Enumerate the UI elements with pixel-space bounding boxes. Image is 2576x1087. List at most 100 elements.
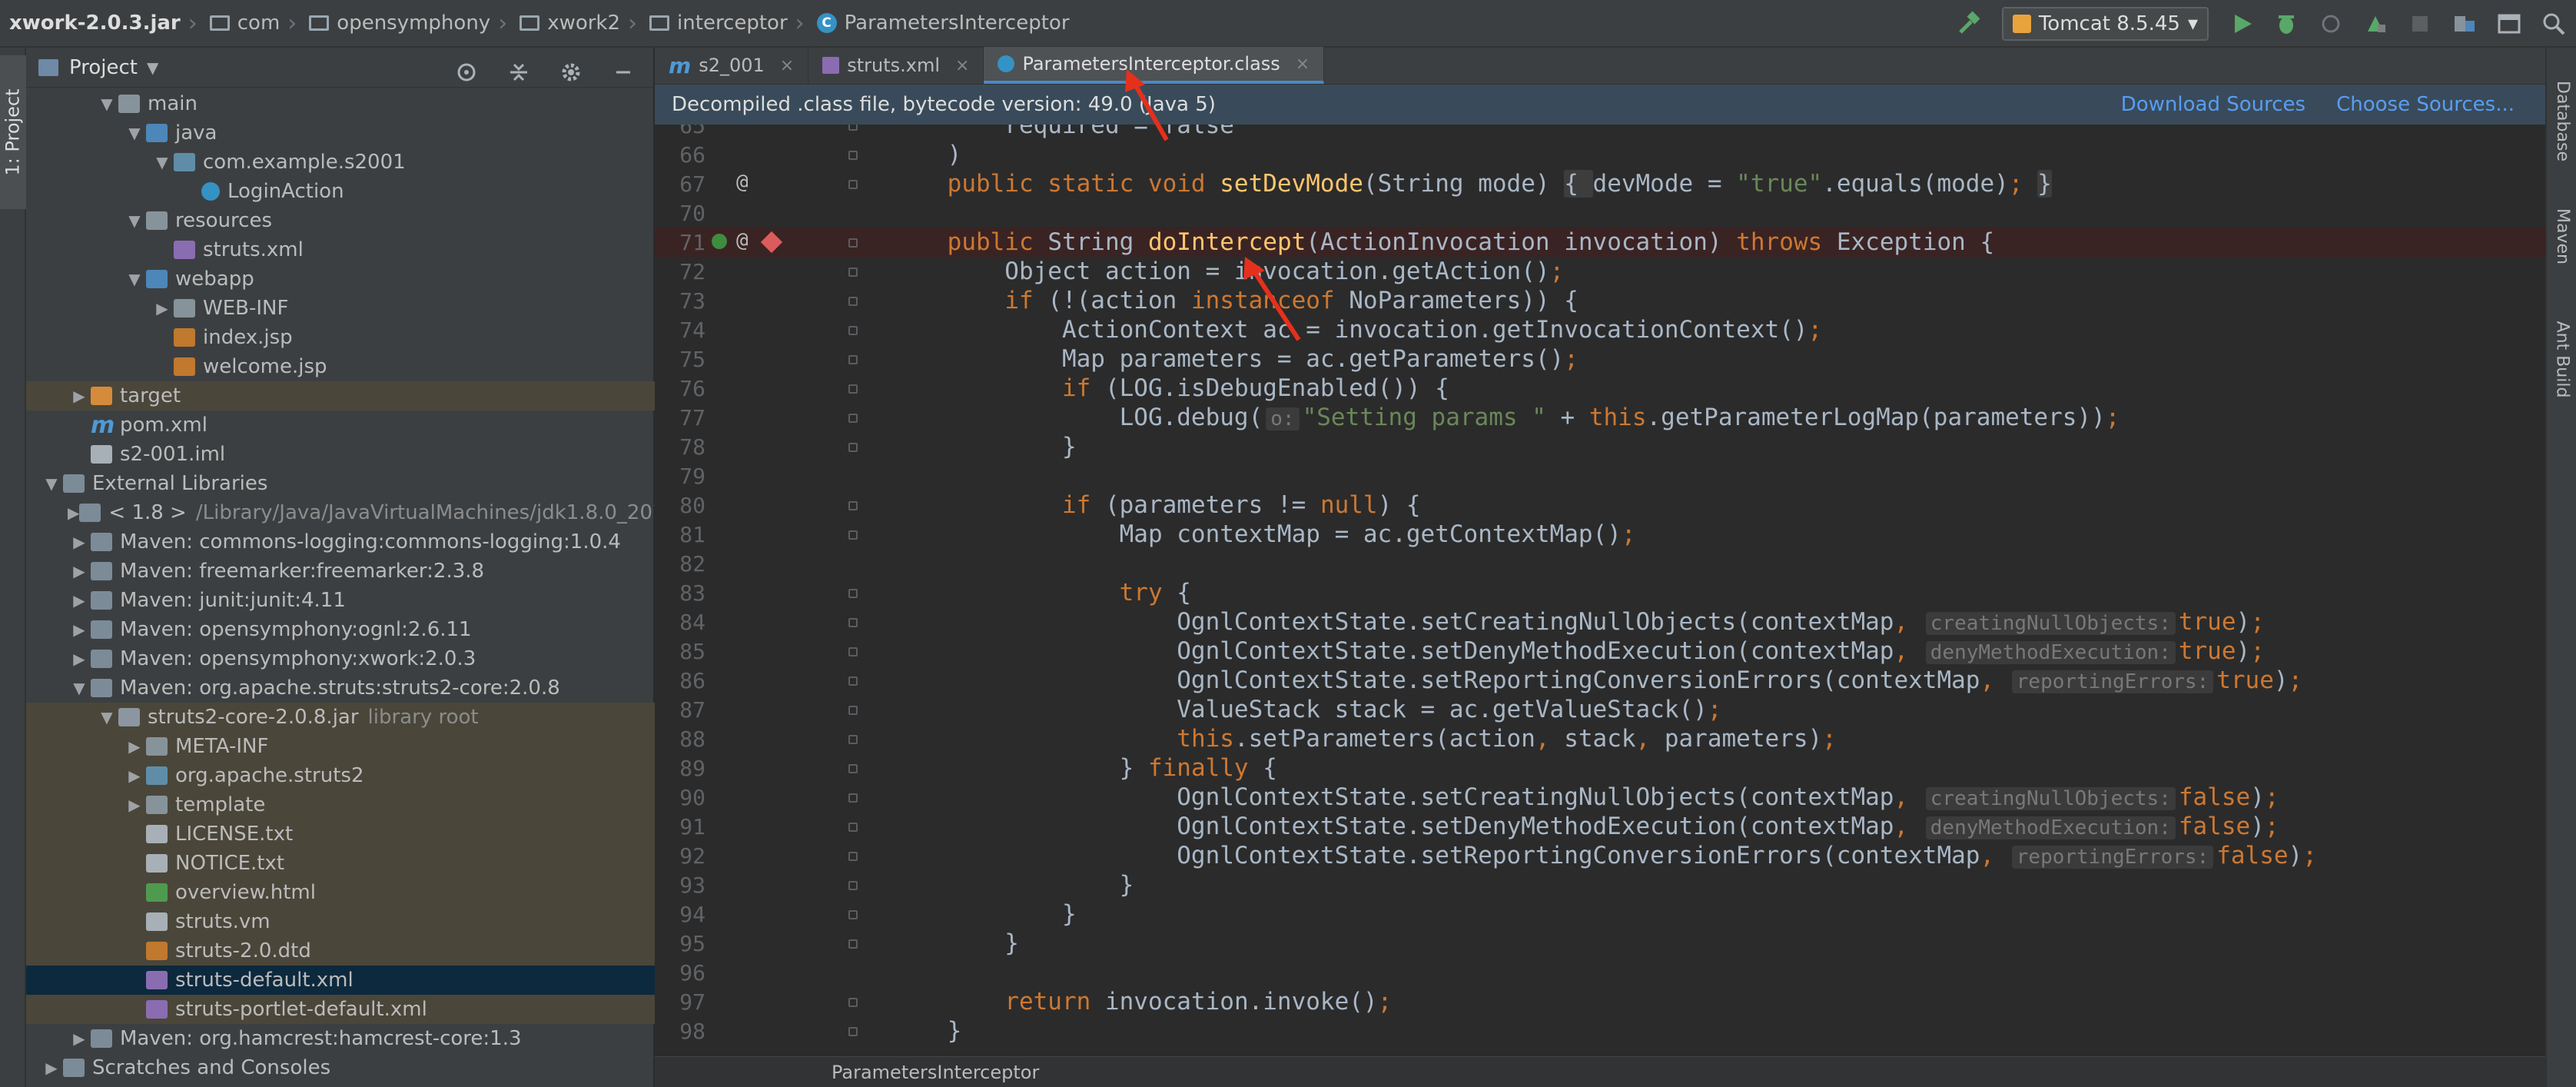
line-number[interactable]: 92 [655,843,705,869]
line-number[interactable]: 88 [655,726,705,752]
tree-node[interactable]: ▼ main [26,89,655,118]
line-number[interactable]: 91 [655,814,705,839]
chevron-right-icon[interactable]: ▶ [68,650,91,668]
breadcrumb-item[interactable]: › xwork2 [490,0,620,47]
breakpoint-icon[interactable] [760,231,783,254]
run-with-coverage-icon[interactable] [2311,4,2351,44]
chevron-down-icon[interactable]: ▼ [147,58,158,77]
gutter[interactable] [718,578,858,607]
tree-node[interactable]: ▶ target [26,381,655,411]
gutter[interactable] [718,198,795,228]
chevron-right-icon[interactable]: ▶ [68,387,91,405]
fold-marker-icon[interactable] [848,881,858,890]
line-number[interactable]: 90 [655,785,705,810]
close-icon[interactable]: × [1296,55,1310,74]
fold-marker-icon[interactable] [848,355,858,364]
chevron-down-icon[interactable]: ▼ [151,153,174,171]
chevron-right-icon[interactable]: ▶ [151,299,174,317]
right-tool-tab[interactable]: Maven [2547,186,2576,286]
line-number[interactable]: 85 [655,639,705,664]
chevron-down-icon[interactable]: ▼ [95,708,118,726]
chevron-right-icon[interactable]: ▶ [123,796,146,814]
chevron-right-icon[interactable]: ▶ [68,504,79,522]
right-tool-tab[interactable]: Database [2547,63,2576,178]
breadcrumb-item[interactable]: › com [181,0,281,47]
debug-bug-icon[interactable] [2266,4,2306,44]
overrides-icon[interactable] [712,234,727,249]
line-number[interactable]: 65 [655,125,705,138]
tree-node[interactable]: ▼ com.example.s2001 [26,148,655,177]
tree-node[interactable]: NOTICE.txt [26,849,655,878]
fold-marker-icon[interactable] [848,852,858,861]
profile-icon[interactable] [2355,4,2395,44]
line-number[interactable]: 70 [655,201,705,226]
fold-marker-icon[interactable] [848,180,858,189]
chevron-right-icon[interactable]: ▶ [40,1059,63,1077]
tree-node[interactable]: LoginAction [26,177,655,206]
line-number[interactable]: 89 [655,756,705,781]
tree-node[interactable]: ▼ External Libraries [26,469,655,498]
gutter[interactable] [718,929,858,958]
gutter[interactable] [718,549,795,578]
gutter[interactable]: @ [712,228,858,257]
line-number[interactable]: 98 [655,1019,705,1044]
gutter[interactable] [718,724,858,753]
fold-marker-icon[interactable] [848,151,858,160]
breadcrumb-item[interactable]: xwork-2.0.3.jar [9,0,181,47]
tree-node[interactable]: ▶ org.apache.struts2 [26,761,655,790]
tree-node[interactable]: ▶ Maven: org.hamcrest:hamcrest-core:1.3 [26,1024,655,1053]
fold-marker-icon[interactable] [848,910,858,919]
tree-node[interactable]: struts.xml [26,235,655,264]
gutter[interactable] [718,490,858,520]
line-number[interactable]: 81 [655,522,705,547]
line-number[interactable]: 93 [655,873,705,898]
line-number[interactable]: 84 [655,610,705,635]
fold-marker-icon[interactable] [848,998,858,1007]
gutter[interactable] [718,125,858,140]
collapse-all-icon[interactable] [499,52,539,92]
chevron-right-icon[interactable]: ▶ [68,591,91,610]
gutter[interactable] [718,461,795,490]
tree-node[interactable]: ▶ Scratches and Consoles [26,1053,655,1082]
chevron-down-icon[interactable]: ▼ [123,211,146,230]
line-number[interactable]: 66 [655,142,705,168]
search-everywhere-icon[interactable] [2534,4,2574,44]
line-number[interactable]: 97 [655,989,705,1015]
breadcrumb-item[interactable]: › C ParametersInterceptor [788,0,1070,47]
tree-node[interactable]: ▶ Maven: opensymphony:ognl:2.6.11 [26,615,655,644]
minimize-icon[interactable] [603,52,643,92]
gutter[interactable] [718,666,858,695]
fold-marker-icon[interactable] [848,939,858,949]
fold-marker-icon[interactable] [848,238,858,248]
chevron-right-icon[interactable]: ▶ [68,1029,91,1048]
gutter[interactable] [718,958,795,987]
line-number[interactable]: 77 [655,405,705,430]
tree-node[interactable]: s2-001.iml [26,440,655,469]
tree-node[interactable]: ▶ Maven: opensymphony:xwork:2.0.3 [26,644,655,673]
gutter[interactable] [718,432,858,461]
gutter[interactable] [718,520,858,549]
gutter[interactable] [718,315,858,344]
fold-marker-icon[interactable] [848,530,858,540]
fold-marker-icon[interactable] [848,589,858,598]
fold-marker-icon[interactable] [848,414,858,423]
fold-marker-icon[interactable] [848,125,858,131]
gutter[interactable] [718,753,858,783]
chevron-down-icon[interactable]: ▼ [123,124,146,142]
fold-marker-icon[interactable] [848,618,858,627]
chevron-right-icon[interactable]: ▶ [123,766,146,785]
fold-marker-icon[interactable] [848,823,858,832]
gutter[interactable] [718,344,858,374]
choose-sources-link[interactable]: Choose Sources... [2336,93,2515,116]
gutter[interactable] [718,140,858,169]
line-number[interactable]: 76 [655,376,705,401]
build-hammer-icon[interactable] [1949,4,1989,44]
breadcrumb-item[interactable]: › opensymphony [280,0,490,47]
tree-node[interactable]: overview.html [26,878,655,907]
tree-node[interactable]: ▼ webapp [26,264,655,294]
line-number[interactable]: 73 [655,288,705,314]
chevron-right-icon[interactable]: ▶ [68,533,91,551]
fold-marker-icon[interactable] [848,297,858,306]
gutter[interactable] [718,870,858,899]
close-icon[interactable]: × [780,56,794,75]
